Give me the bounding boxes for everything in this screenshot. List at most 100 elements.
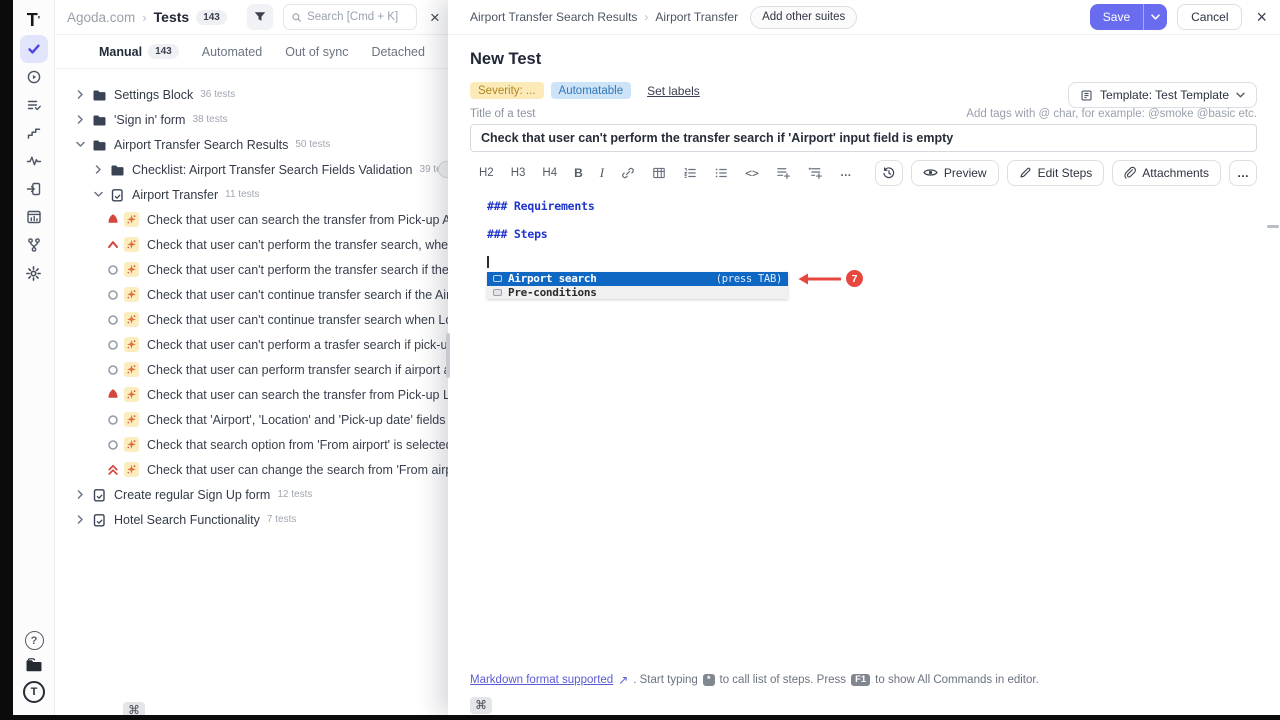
tree-suite-checklist-validation[interactable]: Checklist: Airport Transfer Search Field… [55,157,448,182]
automatable-badge[interactable]: Automatable [551,82,632,99]
heading2-button[interactable]: H2 [479,167,494,179]
heading3-button[interactable]: H3 [511,167,526,179]
cancel-button[interactable]: Cancel [1177,4,1242,30]
editor-scrollbar-thumb[interactable] [1267,225,1279,228]
chevron-down-icon[interactable] [74,140,86,149]
press-tab-hint: (press TAB) [716,273,782,285]
tree-test-row[interactable]: Check that user can search the transfer … [55,207,448,232]
chevron-right-icon[interactable] [74,115,86,124]
markdown-editor[interactable]: ### Requirements ### Steps Airport searc… [470,191,1257,673]
rail-branch-icon[interactable] [20,231,48,259]
suite-hover-action[interactable] [438,161,448,178]
more-formatting-button[interactable]: … [840,167,852,179]
tree-test-row[interactable]: Check that 'Airport', 'Location' and 'Pi… [55,407,448,432]
tab-detached[interactable]: Detached [371,45,425,59]
set-labels-link[interactable]: Set labels [647,84,700,98]
history-button[interactable] [875,160,903,186]
rail-reports-icon[interactable] [20,203,48,231]
tree-test-row[interactable]: Check that user can perform transfer sea… [55,357,448,382]
folder-icon [92,88,106,102]
bold-button[interactable]: B [574,166,583,180]
autocomplete-option-airport-search[interactable]: Airport search (press TAB) [487,272,788,286]
tab-automated[interactable]: Automated [202,45,262,59]
tree-suite-sign-in-form[interactable]: 'Sign in' form 38 tests [55,107,448,132]
bullet-list-icon[interactable] [714,166,728,180]
tree-scrollbar-thumb[interactable] [446,333,450,378]
add-other-suites-button[interactable]: Add other suites [750,6,857,29]
italic-button[interactable]: I [600,165,604,181]
tree-test-row[interactable]: Check that user can change the search fr… [55,457,448,482]
attachments-label: Attachments [1142,166,1209,180]
tree-suite-airport-transfer[interactable]: Airport Transfer 11 tests [55,182,448,207]
attachments-button[interactable]: Attachments [1112,160,1221,186]
drawer-breadcrumb-subsuite[interactable]: Airport Transfer [655,10,738,24]
docs-icon[interactable] [25,658,43,673]
title-field-label: Title of a test [470,108,535,120]
preview-button[interactable]: Preview [911,160,999,186]
command-key-badge[interactable]: ⌘ [470,697,492,714]
insert-steps-list-icon[interactable] [776,165,791,180]
tree-test-row[interactable]: Check that user can't continue transfer … [55,282,448,307]
tree-test-row[interactable]: Check that user can't perform the transf… [55,257,448,282]
logo-circle-icon[interactable]: T [23,681,45,703]
tab-manual[interactable]: Manual143 [99,44,179,59]
chevron-right-icon[interactable] [74,90,86,99]
link-icon[interactable] [621,166,635,180]
edit-steps-button[interactable]: Edit Steps [1007,160,1105,186]
tab-out-of-sync[interactable]: Out of sync [285,45,348,59]
insert-task-list-icon[interactable] [808,165,823,180]
rail-steps-icon[interactable] [20,119,48,147]
tree-test-row[interactable]: Check that user can't continue transfer … [55,307,448,332]
tree-suite-airport-transfer-search-results[interactable]: Airport Transfer Search Results 50 tests [55,132,448,157]
severity-badge[interactable]: Severity: ... [470,82,544,99]
tree-suite-hotel-search-functionality[interactable]: Hotel Search Functionality 7 tests [55,507,448,532]
severity-normal-icon [106,288,120,302]
heading4-button[interactable]: H4 [542,167,557,179]
chevron-right-icon[interactable] [74,515,86,524]
rail-plans-icon[interactable] [20,91,48,119]
tree-test-row[interactable]: Check that user can't perform the transf… [55,232,448,257]
filter-button[interactable] [247,4,273,30]
chevron-right-icon[interactable] [92,165,104,174]
app-logo[interactable]: T' [27,5,40,35]
severity-high-icon [106,463,120,477]
save-options-caret[interactable] [1143,4,1167,30]
chevron-down-icon[interactable] [92,190,104,199]
test-title-input[interactable] [470,124,1257,152]
search-box[interactable] [283,4,417,30]
rail-settings-gear-icon[interactable] [20,259,48,287]
tree-test-row[interactable]: Check that user can search the transfer … [55,382,448,407]
help-icon[interactable]: ? [25,631,44,650]
autocomplete-option-pre-conditions[interactable]: Pre-conditions [487,286,788,300]
rail-pulls-icon[interactable] [20,175,48,203]
more-actions-button[interactable]: … [1229,160,1257,186]
tree-test-row[interactable]: Check that search option from 'From airp… [55,432,448,457]
template-dropdown[interactable]: Template: Test Template [1068,82,1257,108]
close-drawer-icon[interactable]: × [1256,7,1267,28]
breadcrumb-project[interactable]: Agoda.com [67,10,135,25]
tree-test-row[interactable]: Check that user can't perform a trasfer … [55,332,448,357]
editor-line-steps: ### Steps [487,228,1257,241]
rail-analytics-icon[interactable] [20,147,48,175]
breadcrumb-section[interactable]: Tests [154,9,190,25]
ordered-list-icon[interactable] [683,166,697,180]
markdown-supported-link[interactable]: Markdown format supported [470,674,613,686]
rail-tests-icon[interactable] [20,35,48,63]
suite-name: Checklist: Airport Transfer Search Field… [132,163,412,177]
tree-topbar: Agoda.com › Tests 143 × [55,0,448,35]
suite-name: Airport Transfer Search Results [114,138,288,152]
bug-burst-icon [124,287,139,302]
tree-close-icon[interactable]: × [430,9,440,26]
table-icon[interactable] [652,166,666,180]
save-button[interactable]: Save [1090,4,1143,30]
search-input[interactable] [307,11,409,23]
code-button[interactable]: <> [745,166,759,180]
test-title: Check that search option from 'From airp… [147,438,448,452]
tree-suite-create-sign-up-form[interactable]: Create regular Sign Up form 12 tests [55,482,448,507]
tree-suite-settings-block[interactable]: Settings Block 36 tests [55,82,448,107]
paperclip-icon [1124,166,1136,180]
chevron-right-icon[interactable] [74,490,86,499]
drawer-breadcrumb-suite[interactable]: Airport Transfer Search Results [470,10,637,24]
autocomplete-label: Pre-conditions [508,286,597,299]
rail-runs-icon[interactable] [20,63,48,91]
